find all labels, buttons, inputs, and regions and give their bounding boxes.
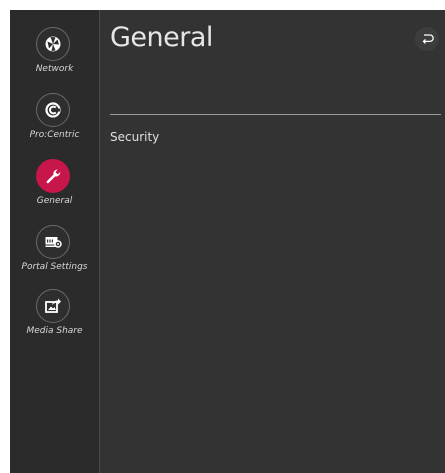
sidebar-item-network[interactable]: Network [10,27,99,87]
back-icon [422,34,434,44]
sidebar-item-media-share[interactable]: Media Share [10,289,99,349]
back-button[interactable] [415,27,439,51]
sidebar-item-procentric[interactable]: Pro:Centric [10,93,99,153]
network-icon [36,27,70,61]
menu-item-security[interactable]: Security [110,130,159,144]
divider [110,114,441,115]
sidebar-item-general[interactable]: General [10,159,99,219]
procentric-icon [36,93,70,127]
sidebar-item-label: Portal Settings [21,262,88,272]
sidebar-item-portal-settings[interactable]: Portal Settings [10,225,99,285]
sidebar-item-label: Pro:Centric [29,130,80,140]
sidebar-item-label: Media Share [26,326,83,336]
sidebar: Network Pro:Centric General Portal Setti… [10,10,100,473]
sidebar-item-label: General [36,196,73,206]
page-title: General [110,22,213,53]
wrench-icon [36,159,70,193]
portal-settings-icon [36,225,70,259]
media-share-icon [36,289,70,323]
sidebar-item-label: Network [35,64,74,74]
settings-screen: Network Pro:Centric General Portal Setti… [10,10,445,473]
